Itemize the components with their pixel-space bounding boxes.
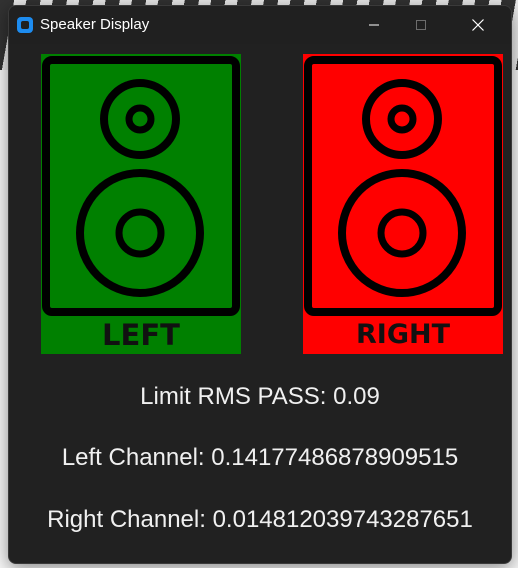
speaker-icon: RIGHT [303,54,503,354]
window-title: Speaker Display [40,16,150,33]
minimize-icon [369,24,379,26]
right-channel-text: Right Channel: 0.014812039743287651 [47,506,473,533]
right-speaker-indicator: RIGHT [303,54,503,354]
close-button[interactable] [455,6,501,44]
app-window-icon [17,17,33,33]
left-speaker-label: LEFT [102,318,180,352]
limit-rms-text: Limit RMS PASS: 0.09 [140,383,380,410]
left-channel-text: Left Channel: 0.14177486878909515 [61,444,459,471]
maximize-icon [416,20,426,30]
maximize-button[interactable] [398,6,444,44]
right-speaker-label: RIGHT [356,319,451,350]
title-bar[interactable]: Speaker Display [9,6,511,44]
speaker-display-window: Speaker Display LEFT RIGHT Limit RMS PAS… [8,5,512,564]
close-icon [472,19,484,31]
left-speaker-indicator: LEFT [41,54,241,354]
speaker-icon: LEFT [41,54,241,354]
minimize-button[interactable] [351,6,397,44]
